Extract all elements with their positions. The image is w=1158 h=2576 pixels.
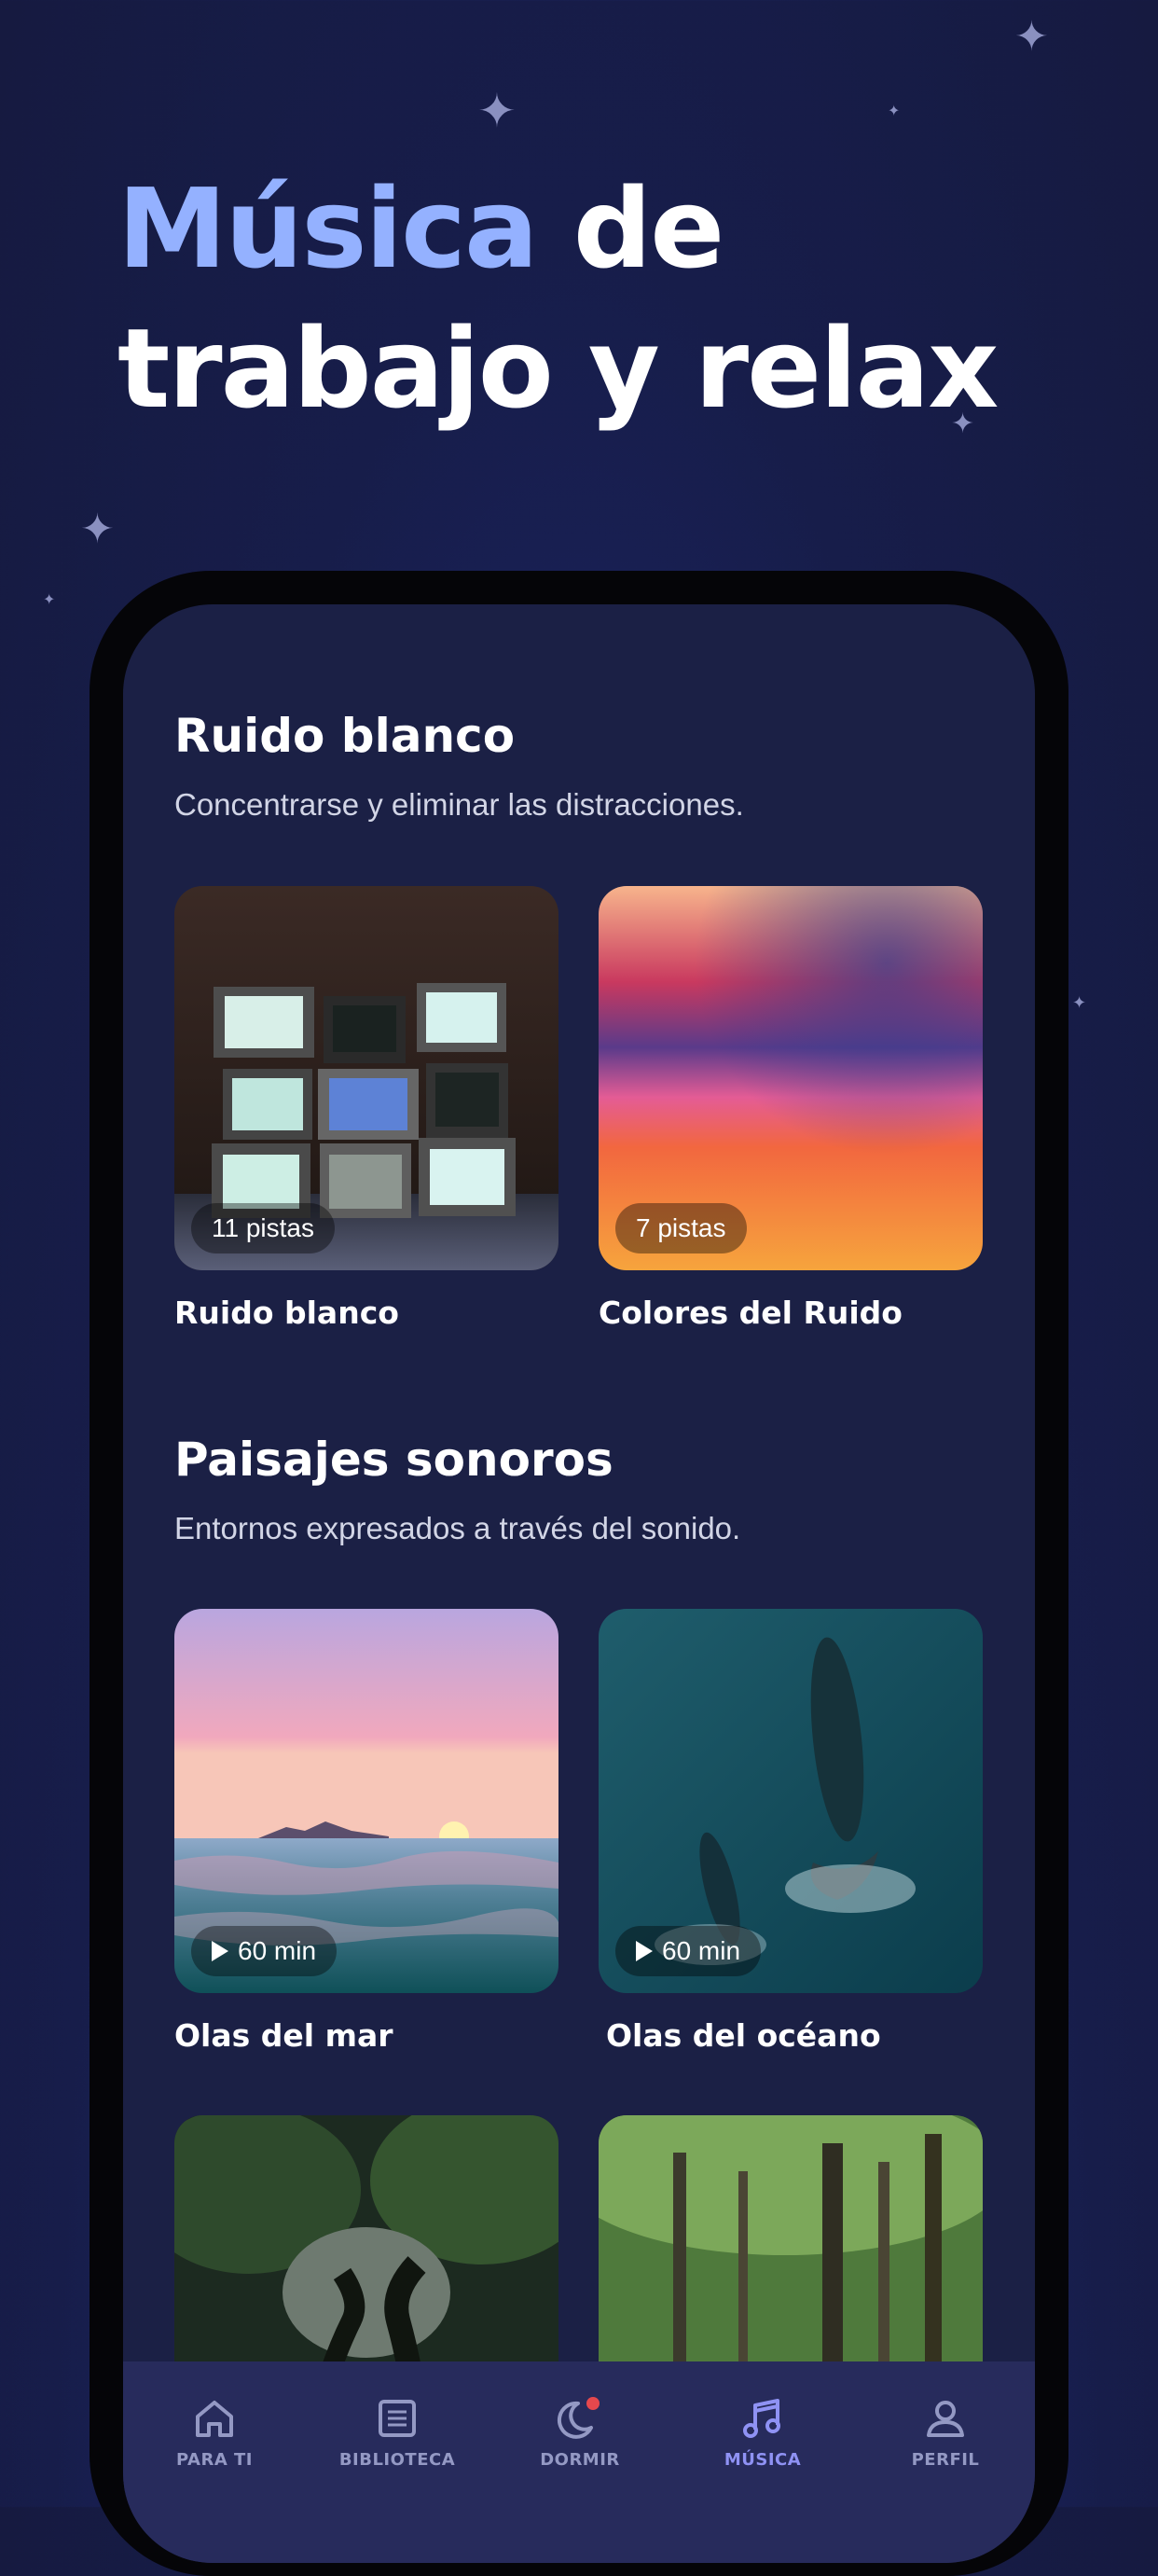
moon-icon: [557, 2396, 600, 2439]
sparkle-icon: ✦: [43, 592, 56, 608]
library-icon: [379, 2399, 416, 2437]
sparkle-icon: ✦: [1072, 993, 1087, 1012]
headline-accent: Música: [117, 164, 539, 293]
section-subtitle: Entornos expresados a través del sonido.: [174, 1511, 741, 1545]
section-title: Paisajes sonoros: [174, 1433, 613, 1487]
badge-label: 11 pistas: [212, 1213, 314, 1242]
user-icon: [927, 2400, 964, 2437]
section-subtitle: Concentrarse y eliminar las distraccione…: [174, 787, 744, 822]
card-title: Colores del Ruido: [599, 1295, 903, 1331]
tab-label: MÚSICA: [724, 2449, 802, 2470]
card-title: Olas del mar: [174, 2017, 393, 2054]
headline: Música de trabajo y relax: [117, 159, 999, 438]
duration-badge: 60 min: [191, 1926, 338, 1976]
tab-label: BIBLIOTECA: [338, 2449, 456, 2470]
app-screen: Ruido blanco Concentrarse y eliminar las…: [123, 604, 1035, 2563]
badge-label: 7 pistas: [636, 1213, 726, 1242]
play-icon: [212, 1941, 228, 1961]
sparkle-icon: ✦: [477, 85, 517, 137]
play-icon: [636, 1941, 653, 1961]
playlist-card-colores-del-ruido[interactable]: 7 pistas: [599, 886, 983, 1270]
tab-dormir[interactable]: DORMIR: [489, 2361, 671, 2501]
badge-label: 60 min: [238, 1936, 317, 1965]
tab-perfil[interactable]: PERFIL: [854, 2361, 1035, 2501]
sparkle-icon: ✦: [888, 104, 901, 119]
tab-label: DORMIR: [540, 2449, 620, 2470]
tab-bar: PARA TI BIBLIOTECA DORMIR MÚSICA PERFIL: [123, 2361, 1035, 2563]
card-title: Olas del océano: [606, 2017, 881, 2054]
sparkle-icon: ✦: [80, 506, 115, 552]
playlist-card-ruido-blanco[interactable]: 11 pistas: [174, 886, 558, 1270]
notification-dot: [586, 2396, 600, 2410]
track-count-badge: 7 pistas: [615, 1203, 747, 1253]
home-icon: [196, 2400, 233, 2437]
playlist-card-olas-del-mar[interactable]: 60 min: [174, 1609, 558, 1993]
section-title: Ruido blanco: [174, 709, 516, 763]
tab-biblioteca[interactable]: BIBLIOTECA: [306, 2361, 489, 2501]
playlist-card-olas-del-oceano[interactable]: 60 min: [599, 1609, 983, 1993]
track-count-badge: 11 pistas: [191, 1203, 335, 1253]
headline-line2: trabajo y relax: [117, 304, 999, 433]
tab-musica[interactable]: MÚSICA: [671, 2361, 854, 2501]
tab-para-ti[interactable]: PARA TI: [123, 2361, 306, 2501]
duration-badge: 60 min: [615, 1926, 762, 1976]
tab-label: PARA TI: [175, 2449, 253, 2470]
music-note-icon: [743, 2398, 780, 2438]
card-title: Ruido blanco: [174, 1295, 399, 1331]
badge-label: 60 min: [662, 1936, 741, 1965]
headline-rest: de: [536, 164, 724, 293]
sparkle-icon: ✦: [1014, 14, 1049, 60]
tab-label: PERFIL: [911, 2449, 980, 2470]
